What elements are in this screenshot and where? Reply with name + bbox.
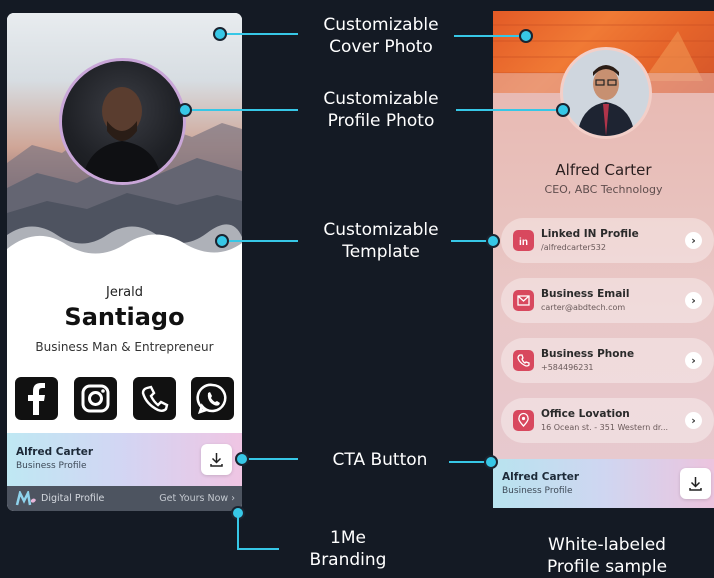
link-subtitle: carter@abdtech.com xyxy=(541,303,626,312)
whatsapp-icon[interactable] xyxy=(191,377,234,420)
link-title: Linked IN Profile xyxy=(541,228,639,240)
left-profile-card: Jerald Santiago Business Man & Entrepren… xyxy=(7,13,242,511)
profile-first-name: Jerald xyxy=(105,285,143,300)
connector-line xyxy=(456,109,563,111)
location-icon xyxy=(513,410,534,431)
download-button[interactable] xyxy=(680,468,711,499)
connector-dot xyxy=(556,103,570,117)
link-subtitle: /alfredcarter532 xyxy=(541,243,606,252)
profile-photo-sample xyxy=(560,47,652,139)
profile-name: Alfred Carter xyxy=(555,161,652,179)
connector-line xyxy=(186,109,298,111)
download-button[interactable] xyxy=(201,444,232,475)
link-subtitle: 16 Ocean st. - 351 Western dr... xyxy=(541,423,669,432)
link-location[interactable]: Office Lovation 16 Ocean st. - 351 Weste… xyxy=(501,398,714,443)
get-yours-link[interactable]: Get Yours Now › xyxy=(159,493,235,504)
label-template: Customizable Template xyxy=(323,220,439,262)
connector-dot xyxy=(235,452,249,466)
connector-dot xyxy=(519,29,533,43)
link-linkedin[interactable]: in Linked IN Profile /alfredcarter532 › xyxy=(501,218,714,263)
linkedin-icon: in xyxy=(513,230,534,251)
chevron-right-icon: › xyxy=(685,352,702,369)
branding-bar: Digital Profile Get Yours Now › xyxy=(7,486,242,511)
chevron-right-icon: › xyxy=(685,412,702,429)
link-phone[interactable]: Business Phone +584496231 › xyxy=(501,338,714,383)
connector-dot xyxy=(215,234,229,248)
profile-photo xyxy=(59,58,186,185)
label-cta-button: CTA Button xyxy=(332,450,428,470)
right-profile-card: Alfred Carter CEO, ABC Technology in Lin… xyxy=(493,11,714,508)
profile-title: CEO, ABC Technology xyxy=(544,183,663,196)
phone-icon[interactable] xyxy=(133,377,176,420)
connector-line xyxy=(237,515,239,549)
connector-dot xyxy=(213,27,227,41)
label-branding: 1Me Branding xyxy=(309,528,387,570)
profile-subtitle: Business Man & Entrepreneur xyxy=(35,340,214,354)
phone-icon xyxy=(513,350,534,371)
connector-line xyxy=(220,33,298,35)
connector-line xyxy=(222,240,298,242)
email-icon xyxy=(513,290,534,311)
onem-logo-icon xyxy=(15,491,36,506)
connector-dot xyxy=(486,234,500,248)
connector-dot xyxy=(178,103,192,117)
cta-name: Alfred Carter xyxy=(502,471,580,483)
cta-bar-sample: Alfred Carter Business Profile xyxy=(493,459,714,508)
label-profile-photo: Customizable Profile Photo xyxy=(323,89,439,131)
link-title: Office Lovation xyxy=(541,408,630,420)
cta-subtitle: Business Profile xyxy=(502,486,573,496)
facebook-icon[interactable] xyxy=(15,377,58,420)
cta-name: Alfred Carter xyxy=(16,446,94,458)
link-title: Business Phone xyxy=(541,348,635,360)
svg-text:in: in xyxy=(519,237,528,248)
connector-line xyxy=(242,458,298,460)
download-icon xyxy=(689,477,702,491)
chevron-right-icon: › xyxy=(685,232,702,249)
instagram-icon[interactable] xyxy=(74,377,117,420)
cta-subtitle: Business Profile xyxy=(16,461,87,471)
connector-dot xyxy=(484,455,498,469)
label-white-labeled: White-labeled Profile sample xyxy=(546,535,668,577)
branding-label: Digital Profile xyxy=(41,493,105,504)
connector-line xyxy=(454,35,527,37)
link-subtitle: +584496231 xyxy=(541,363,594,372)
link-email[interactable]: Business Email carter@abdtech.com › xyxy=(501,278,714,323)
link-title: Business Email xyxy=(541,288,630,300)
cta-bar: Alfred Carter Business Profile xyxy=(7,433,242,486)
connector-line xyxy=(237,548,279,550)
label-cover-photo: Customizable Cover Photo xyxy=(323,15,439,57)
download-icon xyxy=(210,453,223,467)
chevron-right-icon: › xyxy=(685,292,702,309)
profile-last-name: Santiago xyxy=(64,303,185,331)
